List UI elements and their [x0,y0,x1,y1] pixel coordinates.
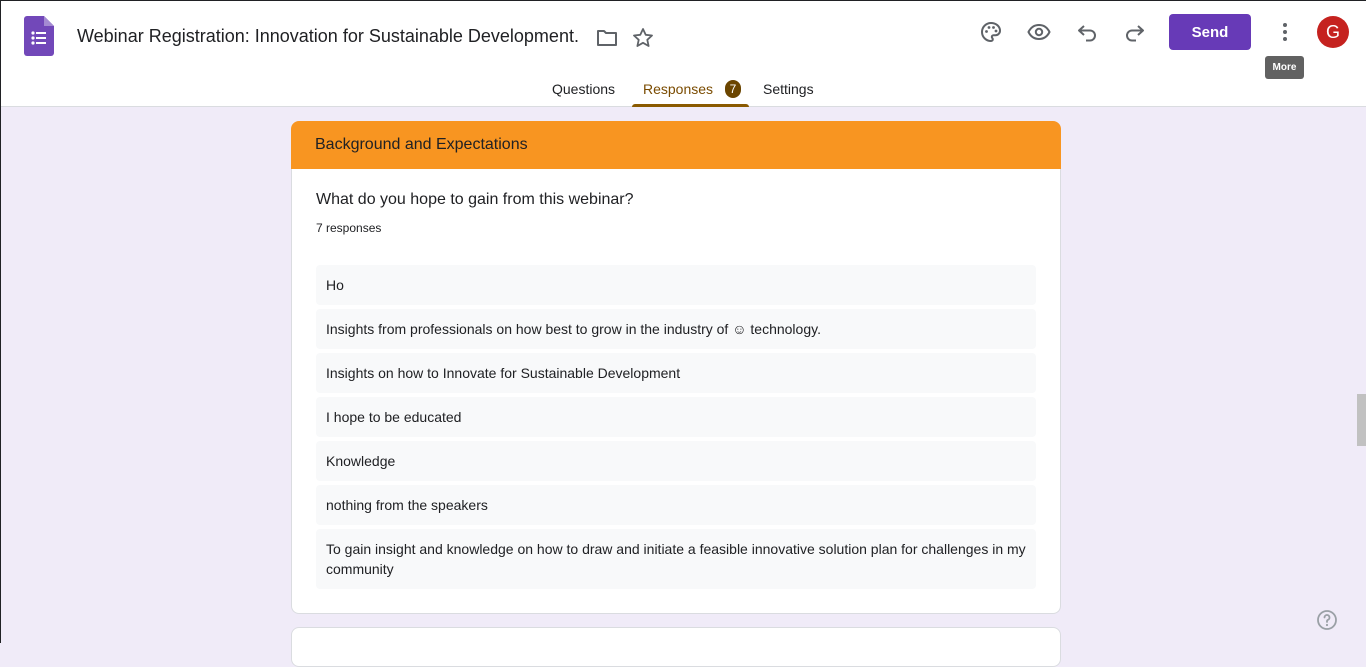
help-icon[interactable] [1315,608,1339,632]
response-item: Ho [316,265,1036,305]
response-item: Insights on how to Innovate for Sustaina… [316,353,1036,393]
avatar[interactable]: G [1317,16,1349,48]
responses-count-badge: 7 [725,80,741,98]
active-tab-indicator [632,104,749,107]
google-forms-logo-icon[interactable] [24,16,54,56]
response-item: nothing from the speakers [316,485,1036,525]
question-title: What do you hope to gain from this webin… [316,191,634,208]
undo-icon[interactable] [1075,20,1099,44]
response-count: 7 responses [316,221,382,235]
tab-responses[interactable]: Responses [643,81,713,97]
preview-eye-icon[interactable] [1027,20,1051,44]
tab-questions[interactable]: Questions [552,81,615,97]
tab-settings[interactable]: Settings [763,81,814,97]
scrollbar-thumb[interactable] [1357,394,1366,446]
response-item: Knowledge [316,441,1036,481]
redo-icon[interactable] [1123,20,1147,44]
top-header: Webinar Registration: Innovation for Sus… [1,1,1366,107]
palette-icon[interactable] [979,20,1003,44]
next-question-card [291,627,1061,667]
more-tooltip: More [1265,56,1304,79]
folder-icon[interactable] [595,26,619,50]
response-item: I hope to be educated [316,397,1036,437]
send-button[interactable]: Send [1169,14,1251,50]
section-header: Background and Expectations [291,121,1061,169]
section-title: Background and Expectations [315,136,528,153]
star-icon[interactable] [631,26,655,50]
more-vert-icon[interactable] [1273,20,1297,44]
question-summary-card: What do you hope to gain from this webin… [291,169,1061,614]
response-item: To gain insight and knowledge on how to … [316,529,1036,589]
form-title[interactable]: Webinar Registration: Innovation for Sus… [77,26,579,47]
response-item: Insights from professionals on how best … [316,309,1036,349]
